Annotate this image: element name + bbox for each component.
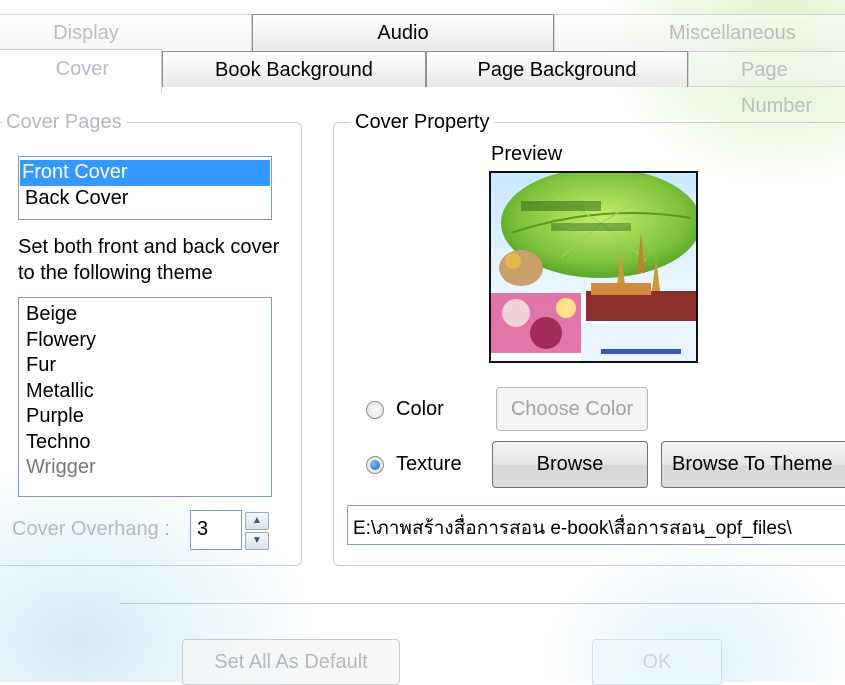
theme-item[interactable]: Metallic — [26, 379, 264, 405]
tab-cover[interactable]: Cover — [0, 49, 162, 93]
theme-item[interactable]: Purple — [26, 404, 264, 430]
browse-button[interactable]: Browse — [492, 441, 648, 488]
browse-to-theme-button[interactable]: Browse To Theme — [661, 441, 845, 488]
set-all-as-default-button[interactable]: Set All As Default — [182, 639, 400, 685]
theme-item[interactable]: Flowery — [26, 328, 264, 354]
cover-overhang-label: Cover Overhang : — [12, 518, 170, 540]
tab-miscellaneous[interactable]: Miscellaneous — [554, 14, 845, 52]
choose-color-button[interactable]: Choose Color — [496, 387, 648, 431]
tab-audio[interactable]: Audio — [252, 14, 554, 52]
texture-radio[interactable] — [366, 456, 384, 474]
ok-button[interactable]: OK — [592, 639, 722, 685]
theme-item[interactable]: Fur — [26, 353, 264, 379]
tab-book-background[interactable]: Book Background — [162, 51, 426, 87]
tab-page-number[interactable]: Page Number — [688, 51, 845, 117]
tab-display[interactable]: Display — [0, 14, 252, 52]
theme-caption: Set both front and back cover to the fol… — [18, 236, 280, 284]
list-item-back-cover[interactable]: Back Cover — [22, 186, 268, 212]
cover-pages-legend: Cover Pages — [2, 110, 126, 134]
color-radio-label[interactable]: Color — [396, 398, 444, 421]
preview-label: Preview — [491, 143, 563, 165]
tab-page-background[interactable]: Page Background — [426, 51, 688, 87]
overhang-stepper[interactable]: ▲ ▼ — [245, 512, 269, 550]
texture-radio-label[interactable]: Texture — [396, 453, 462, 476]
theme-item[interactable]: Wrigger — [26, 455, 264, 481]
texture-path-field[interactable]: E:\ภาพสร้างสื่อการสอน e-book\สื่อการสอน_… — [347, 505, 845, 545]
theme-list[interactable]: Beige Flowery Fur Metallic Purple Techno… — [18, 297, 272, 497]
list-item-front-cover[interactable]: Front Cover — [20, 160, 270, 186]
stepper-down-icon[interactable]: ▼ — [245, 532, 269, 550]
cover-preview-image — [489, 171, 698, 363]
color-radio[interactable] — [366, 401, 384, 419]
cover-overhang-input[interactable]: 3 — [190, 510, 242, 550]
theme-item[interactable]: Techno — [26, 430, 264, 456]
theme-item[interactable]: Beige — [26, 302, 264, 328]
cover-pages-list[interactable]: Front Cover Back Cover — [18, 156, 272, 220]
stepper-up-icon[interactable]: ▲ — [245, 512, 269, 530]
cover-property-legend: Cover Property — [351, 110, 494, 134]
footer-separator — [120, 603, 845, 604]
